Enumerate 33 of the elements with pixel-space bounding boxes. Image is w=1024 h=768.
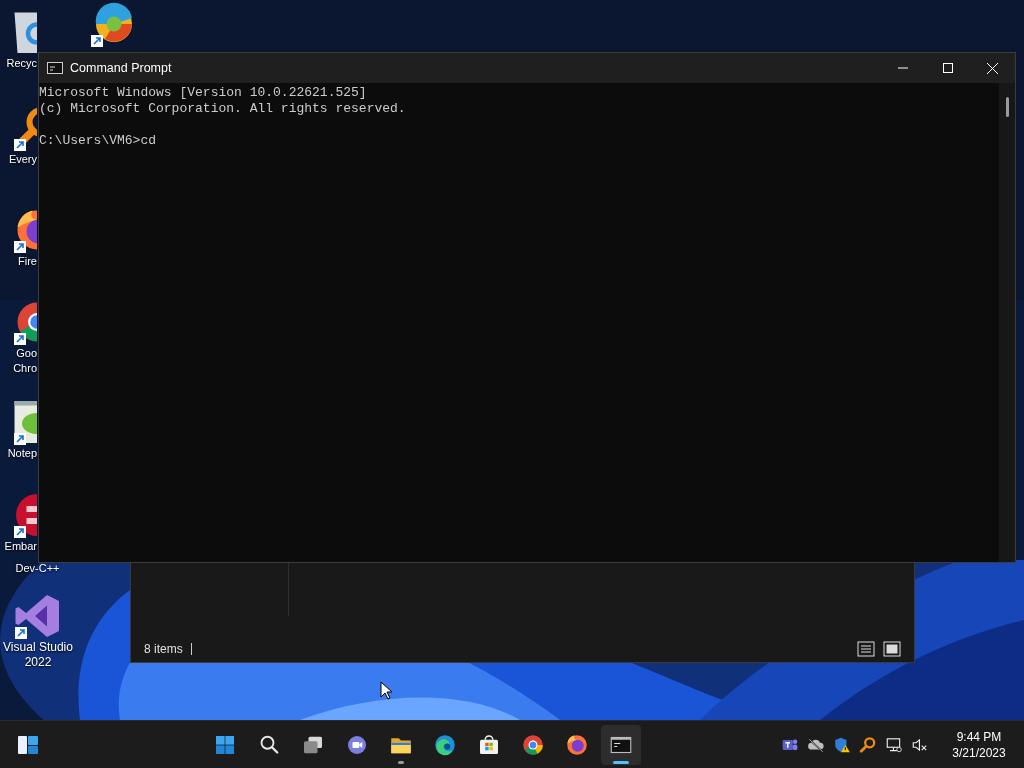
mouse-pointer-icon <box>380 681 392 700</box>
edge-icon <box>433 732 457 757</box>
desktop-icon-label: Fire <box>18 254 37 269</box>
network-icon <box>885 735 903 754</box>
terminal-icon <box>47 62 63 74</box>
desktop-icon-label: Dev-C++ <box>15 562 60 575</box>
taskbar-app-button[interactable] <box>601 724 641 765</box>
details-view-icon[interactable] <box>857 641 875 657</box>
clock-time[interactable]: 9:44 PM <box>956 728 1002 745</box>
desktop-icon-label: Every <box>8 152 37 167</box>
visual-studio-icon <box>14 592 62 640</box>
desktop-icon-label: 2022 <box>24 655 52 670</box>
console-line: Microsoft Windows [Version 10.0.22621.525] <box>39 85 367 101</box>
firefox-icon <box>565 732 589 757</box>
maximize-icon <box>942 63 953 73</box>
store-icon <box>477 732 501 757</box>
console-line: C:\Users\VM6>cd <box>39 133 157 149</box>
item-count: 8 items <box>144 641 183 658</box>
desktop-icon-label: Goo <box>16 346 37 361</box>
close-icon <box>987 62 998 74</box>
scrollbar[interactable] <box>999 83 1015 562</box>
desktop-icon-label: Recyc <box>6 56 37 71</box>
chrome-icon <box>521 732 545 757</box>
shield-warning-icon <box>833 735 851 754</box>
desktop-icon-label: Notep <box>7 446 37 461</box>
desktop-icon-label: Embar <box>4 539 37 554</box>
console-line: (c) Microsoft Corporation. All rights reserved. <box>39 101 406 117</box>
large-icons-view-icon[interactable] <box>883 641 901 657</box>
magnifier-icon <box>859 735 877 754</box>
desktop-icon-label: Chro <box>13 361 37 376</box>
desktop-icon-label: Visual Studio <box>3 640 73 655</box>
clock-date[interactable]: 3/21/2023 <box>952 744 1006 761</box>
window-title: Command Prompt <box>70 59 172 77</box>
